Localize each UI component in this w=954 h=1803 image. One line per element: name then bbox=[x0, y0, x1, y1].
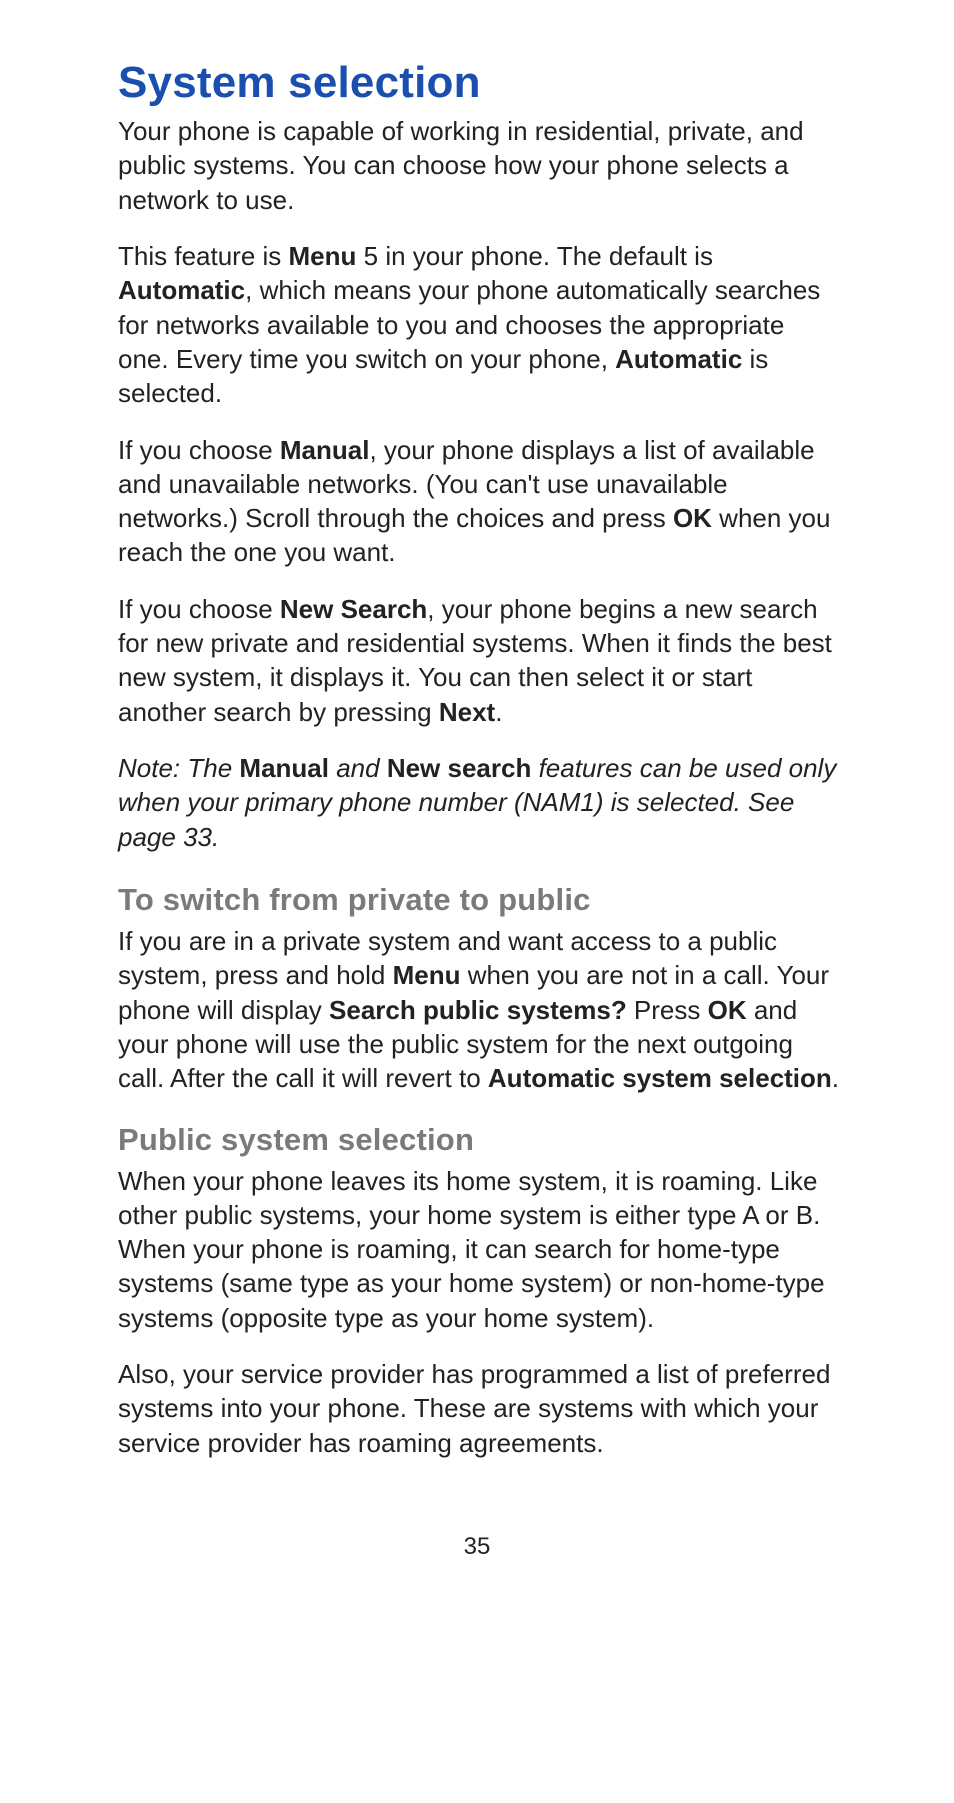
text: When your phone leaves its home system, … bbox=[118, 1166, 825, 1333]
page-number: 35 bbox=[0, 1533, 954, 1561]
bold-search-public: Search public systems? bbox=[329, 995, 627, 1025]
text: Note: The bbox=[118, 753, 239, 783]
bold-new-search: New Search bbox=[280, 594, 427, 624]
paragraph-intro: Your phone is capable of working in resi… bbox=[118, 114, 840, 217]
text: and bbox=[329, 753, 387, 783]
bold-menu: Menu bbox=[393, 960, 461, 990]
document-page: System selection Your phone is capable o… bbox=[0, 0, 954, 1803]
text: If you choose bbox=[118, 594, 280, 624]
paragraph-menu5: This feature is Menu 5 in your phone. Th… bbox=[118, 239, 840, 411]
bold-automatic-system-selection: Automatic system selection bbox=[488, 1063, 832, 1093]
paragraph-manual: If you choose Manual, your phone display… bbox=[118, 433, 840, 570]
text: 5 in your phone. The default is bbox=[356, 241, 713, 271]
bold-automatic: Automatic bbox=[118, 275, 245, 305]
bold-automatic: Automatic bbox=[615, 344, 742, 374]
text: If you choose bbox=[118, 435, 280, 465]
text: . bbox=[832, 1063, 839, 1093]
bold-menu: Menu bbox=[289, 241, 357, 271]
bold-manual: Manual bbox=[239, 753, 329, 783]
bold-next: Next bbox=[439, 697, 495, 727]
text: . bbox=[495, 697, 502, 727]
page-title: System selection bbox=[118, 58, 840, 108]
paragraph-new-search: If you choose New Search, your phone beg… bbox=[118, 592, 840, 729]
paragraph-roaming: When your phone leaves its home system, … bbox=[118, 1164, 840, 1336]
paragraph-private-to-public: If you are in a private system and want … bbox=[118, 924, 840, 1096]
text: Your phone is capable of working in resi… bbox=[118, 116, 804, 215]
text: Also, your service provider has programm… bbox=[118, 1359, 830, 1458]
text: Press bbox=[627, 995, 708, 1025]
bold-new-search: New search bbox=[387, 753, 532, 783]
bold-ok: OK bbox=[673, 503, 712, 533]
paragraph-preferred-systems: Also, your service provider has programm… bbox=[118, 1357, 840, 1460]
bold-manual: Manual bbox=[280, 435, 370, 465]
subheading-private-to-public: To switch from private to public bbox=[118, 882, 840, 918]
bold-ok: OK bbox=[708, 995, 747, 1025]
note-paragraph: Note: The Manual and New search features… bbox=[118, 751, 840, 854]
text: This feature is bbox=[118, 241, 289, 271]
subheading-public-system-selection: Public system selection bbox=[118, 1122, 840, 1158]
